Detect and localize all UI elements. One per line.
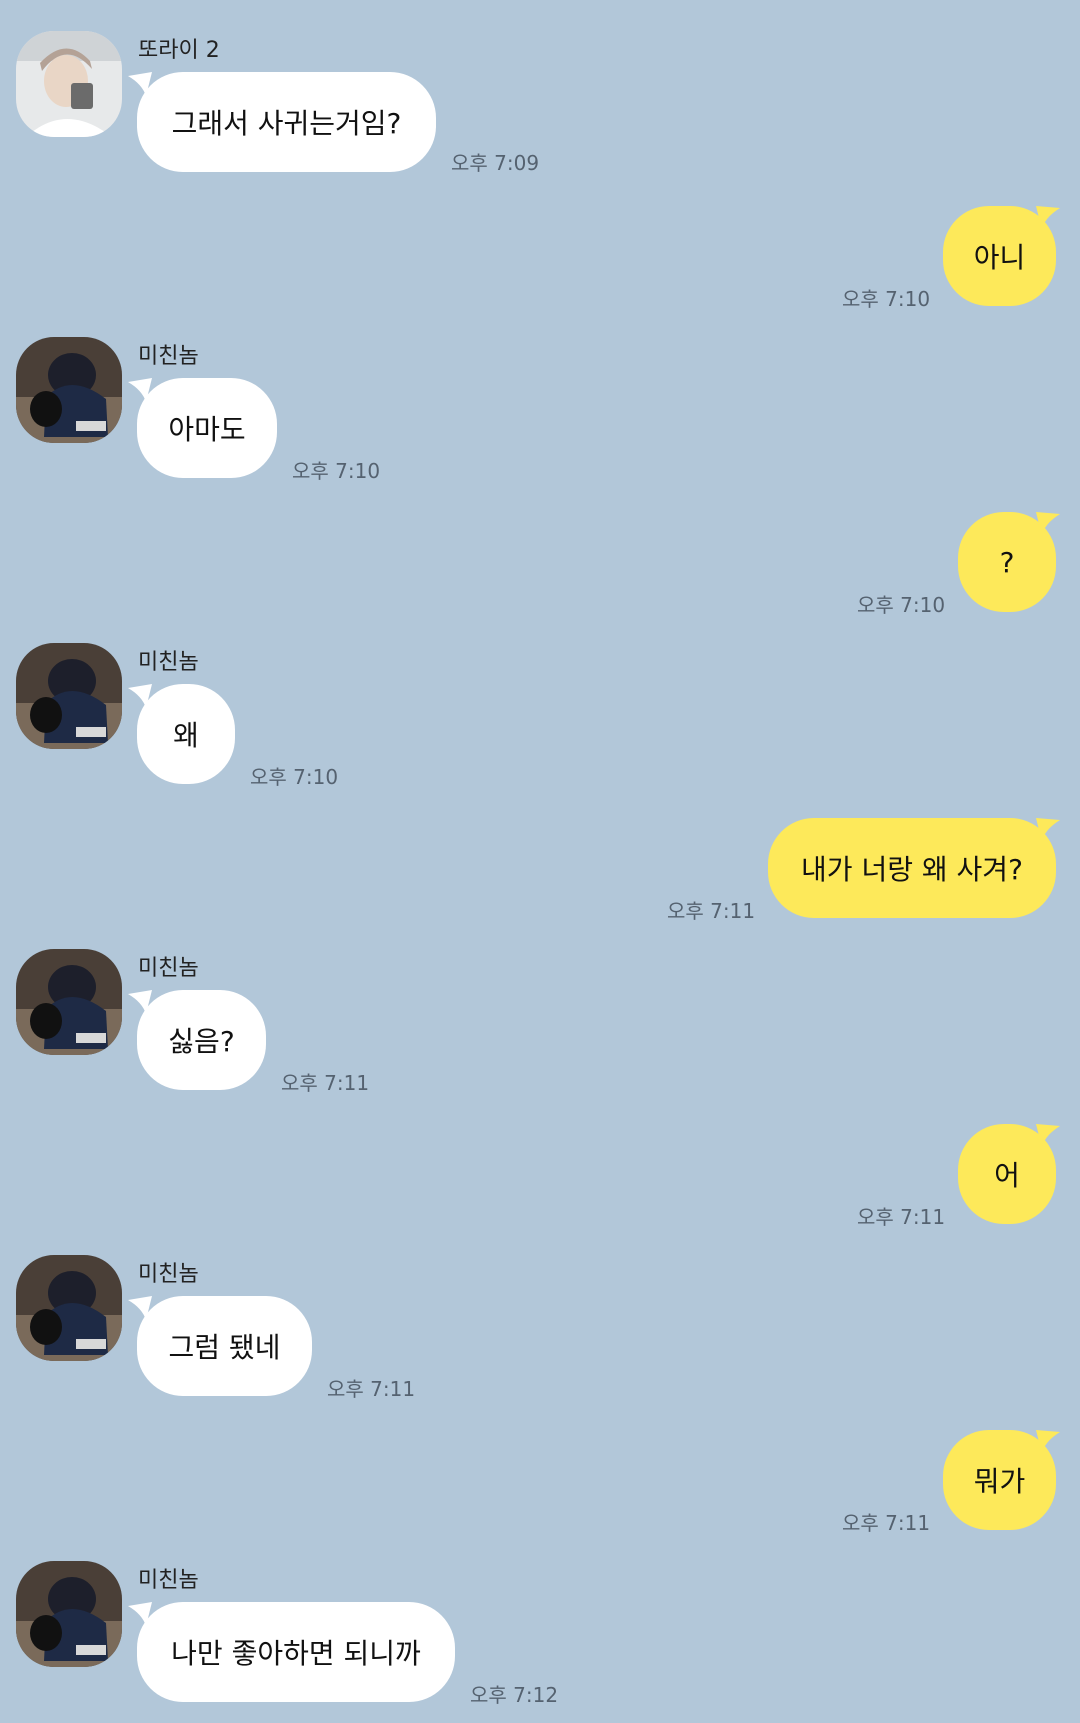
message-bubble[interactable]: 그래서 사귀는거임? (137, 72, 436, 172)
message-bubble[interactable]: 뭐가 (943, 1430, 1056, 1530)
message-timestamp: 오후 7:11 (842, 1511, 931, 1535)
message-bubble[interactable]: 왜 (137, 684, 235, 784)
message-bubble[interactable]: 아니 (943, 206, 1056, 306)
message-timestamp: 오후 7:11 (667, 899, 756, 923)
message-bubble[interactable]: 싫음? (137, 990, 266, 1090)
avatar[interactable] (16, 1255, 122, 1361)
profile-photo-icon (16, 1255, 122, 1361)
message-bubble[interactable]: 아마도 (137, 378, 277, 478)
message-bubble[interactable]: 내가 너랑 왜 사겨? (768, 818, 1056, 918)
message-bubble[interactable]: ? (958, 512, 1056, 612)
message-timestamp: 오후 7:11 (281, 1071, 370, 1095)
message-timestamp: 오후 7:10 (842, 287, 931, 311)
profile-photo-icon (16, 643, 122, 749)
message-bubble[interactable]: 어 (958, 1124, 1056, 1224)
avatar[interactable] (16, 337, 122, 443)
avatar[interactable] (16, 31, 122, 137)
avatar[interactable] (16, 1561, 122, 1667)
sender-name: 미친놈 (138, 1262, 199, 1287)
message-timestamp: 오후 7:10 (857, 593, 946, 617)
sender-name: 미친놈 (138, 344, 199, 369)
sender-name: 미친놈 (138, 956, 199, 981)
message-bubble[interactable]: 그럼 됐네 (137, 1296, 312, 1396)
sender-name: 또라이 2 (138, 38, 220, 63)
message-timestamp: 오후 7:10 (292, 459, 381, 483)
avatar[interactable] (16, 643, 122, 749)
message-timestamp: 오후 7:09 (451, 151, 540, 175)
message-timestamp: 오후 7:11 (857, 1205, 946, 1229)
profile-photo-icon (16, 31, 122, 137)
message-timestamp: 오후 7:10 (250, 765, 339, 789)
profile-photo-icon (16, 949, 122, 1055)
profile-photo-icon (16, 1561, 122, 1667)
message-timestamp: 오후 7:12 (470, 1683, 559, 1707)
profile-photo-icon (16, 337, 122, 443)
message-timestamp: 오후 7:11 (327, 1377, 416, 1401)
message-bubble[interactable]: 나만 좋아하면 되니까 (137, 1602, 455, 1702)
sender-name: 미친놈 (138, 1568, 199, 1593)
avatar[interactable] (16, 949, 122, 1055)
sender-name: 미친놈 (138, 650, 199, 675)
